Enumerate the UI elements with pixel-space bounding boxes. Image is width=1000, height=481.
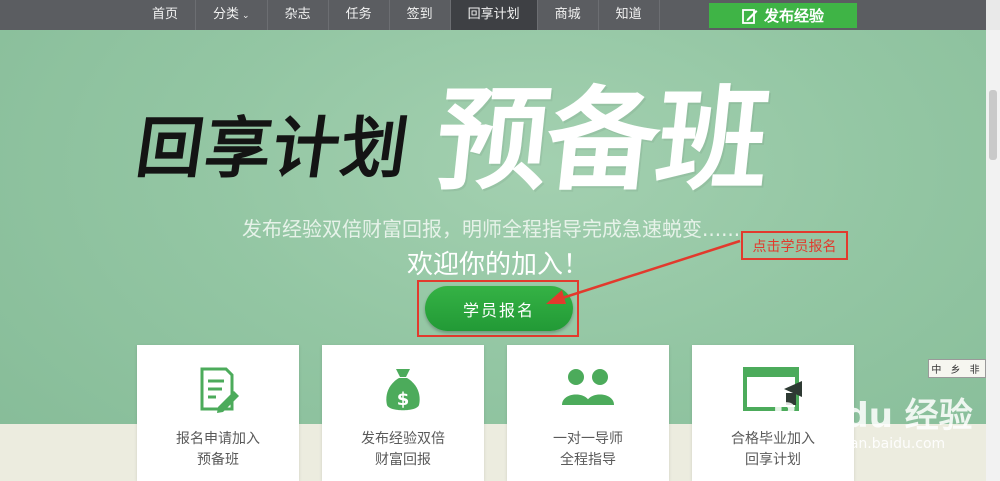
feature-card-apply[interactable]: 报名申请加入 预备班 bbox=[137, 345, 299, 481]
nav-item-magazine[interactable]: 杂志 bbox=[268, 0, 329, 30]
nav-item-checkin[interactable]: 签到 bbox=[390, 0, 451, 30]
card-line-2: 全程指导 bbox=[560, 452, 616, 468]
nav-label: 签到 bbox=[406, 7, 433, 22]
scrollbar-top bbox=[986, 0, 1000, 30]
card-line-2: 预备班 bbox=[197, 452, 239, 468]
hero-title-left: 回享计划 bbox=[131, 109, 415, 187]
nav-label: 杂志 bbox=[284, 7, 311, 22]
card-line-2: 财富回报 bbox=[375, 452, 431, 468]
edit-icon bbox=[742, 8, 758, 24]
top-nav-bar: 首页 分类 ⌄ 杂志 任务 签到 回享计划 商城 知道 发布经验 bbox=[0, 0, 1000, 30]
hero-title-right: 预备班 bbox=[430, 75, 774, 206]
nav-item-share-plan[interactable]: 回享计划 bbox=[450, 0, 538, 30]
nav-label: 商城 bbox=[554, 7, 581, 22]
document-edit-icon bbox=[200, 367, 239, 413]
nav-item-home[interactable]: 首页 bbox=[135, 0, 197, 30]
nav-label: 任务 bbox=[345, 7, 372, 22]
svg-text:$: $ bbox=[397, 389, 410, 410]
main-nav: 首页 分类 ⌄ 杂志 任务 签到 回享计划 商城 知道 bbox=[135, 0, 660, 30]
nav-item-task[interactable]: 任务 bbox=[329, 0, 390, 30]
card-line-1: 发布经验双倍 bbox=[361, 431, 445, 447]
chevron-down-icon: ⌄ bbox=[242, 11, 250, 21]
publish-label: 发布经验 bbox=[763, 7, 824, 25]
card-label: 一对一导师 全程指导 bbox=[507, 429, 669, 471]
seal-badge: 中 乡 非 bbox=[928, 359, 986, 378]
card-label: 发布经验双倍 财富回报 bbox=[322, 429, 484, 471]
mentor-users-icon bbox=[562, 369, 614, 405]
annotation-label: 点击学员报名 bbox=[741, 231, 848, 260]
scrollbar[interactable] bbox=[986, 30, 1000, 481]
scrollbar-thumb[interactable] bbox=[989, 90, 997, 160]
nav-label: 首页 bbox=[152, 7, 179, 22]
watermark-url: jingyan.baidu.com bbox=[816, 436, 946, 452]
nav-item-category[interactable]: 分类 ⌄ bbox=[196, 0, 268, 30]
nav-item-zhidao[interactable]: 知道 bbox=[599, 0, 660, 30]
money-bag-icon: $ bbox=[386, 369, 420, 411]
card-line-1: 一对一导师 bbox=[553, 431, 623, 447]
card-label: 报名申请加入 预备班 bbox=[137, 429, 299, 471]
nav-item-mall[interactable]: 商城 bbox=[538, 0, 599, 30]
annotation-arrow-icon bbox=[546, 239, 741, 304]
nav-label: 知道 bbox=[615, 7, 642, 22]
baidu-watermark: Bai du 经验 bbox=[772, 396, 973, 436]
nav-label: 回享计划 bbox=[467, 7, 520, 22]
card-line-2: 回享计划 bbox=[745, 452, 801, 468]
card-line-1: 报名申请加入 bbox=[176, 431, 260, 447]
feature-card-mentor[interactable]: 一对一导师 全程指导 bbox=[507, 345, 669, 481]
publish-experience-button[interactable]: 发布经验 bbox=[709, 3, 857, 28]
nav-label: 分类 bbox=[213, 7, 240, 22]
feature-card-double-reward[interactable]: $ 发布经验双倍 财富回报 bbox=[322, 345, 484, 481]
